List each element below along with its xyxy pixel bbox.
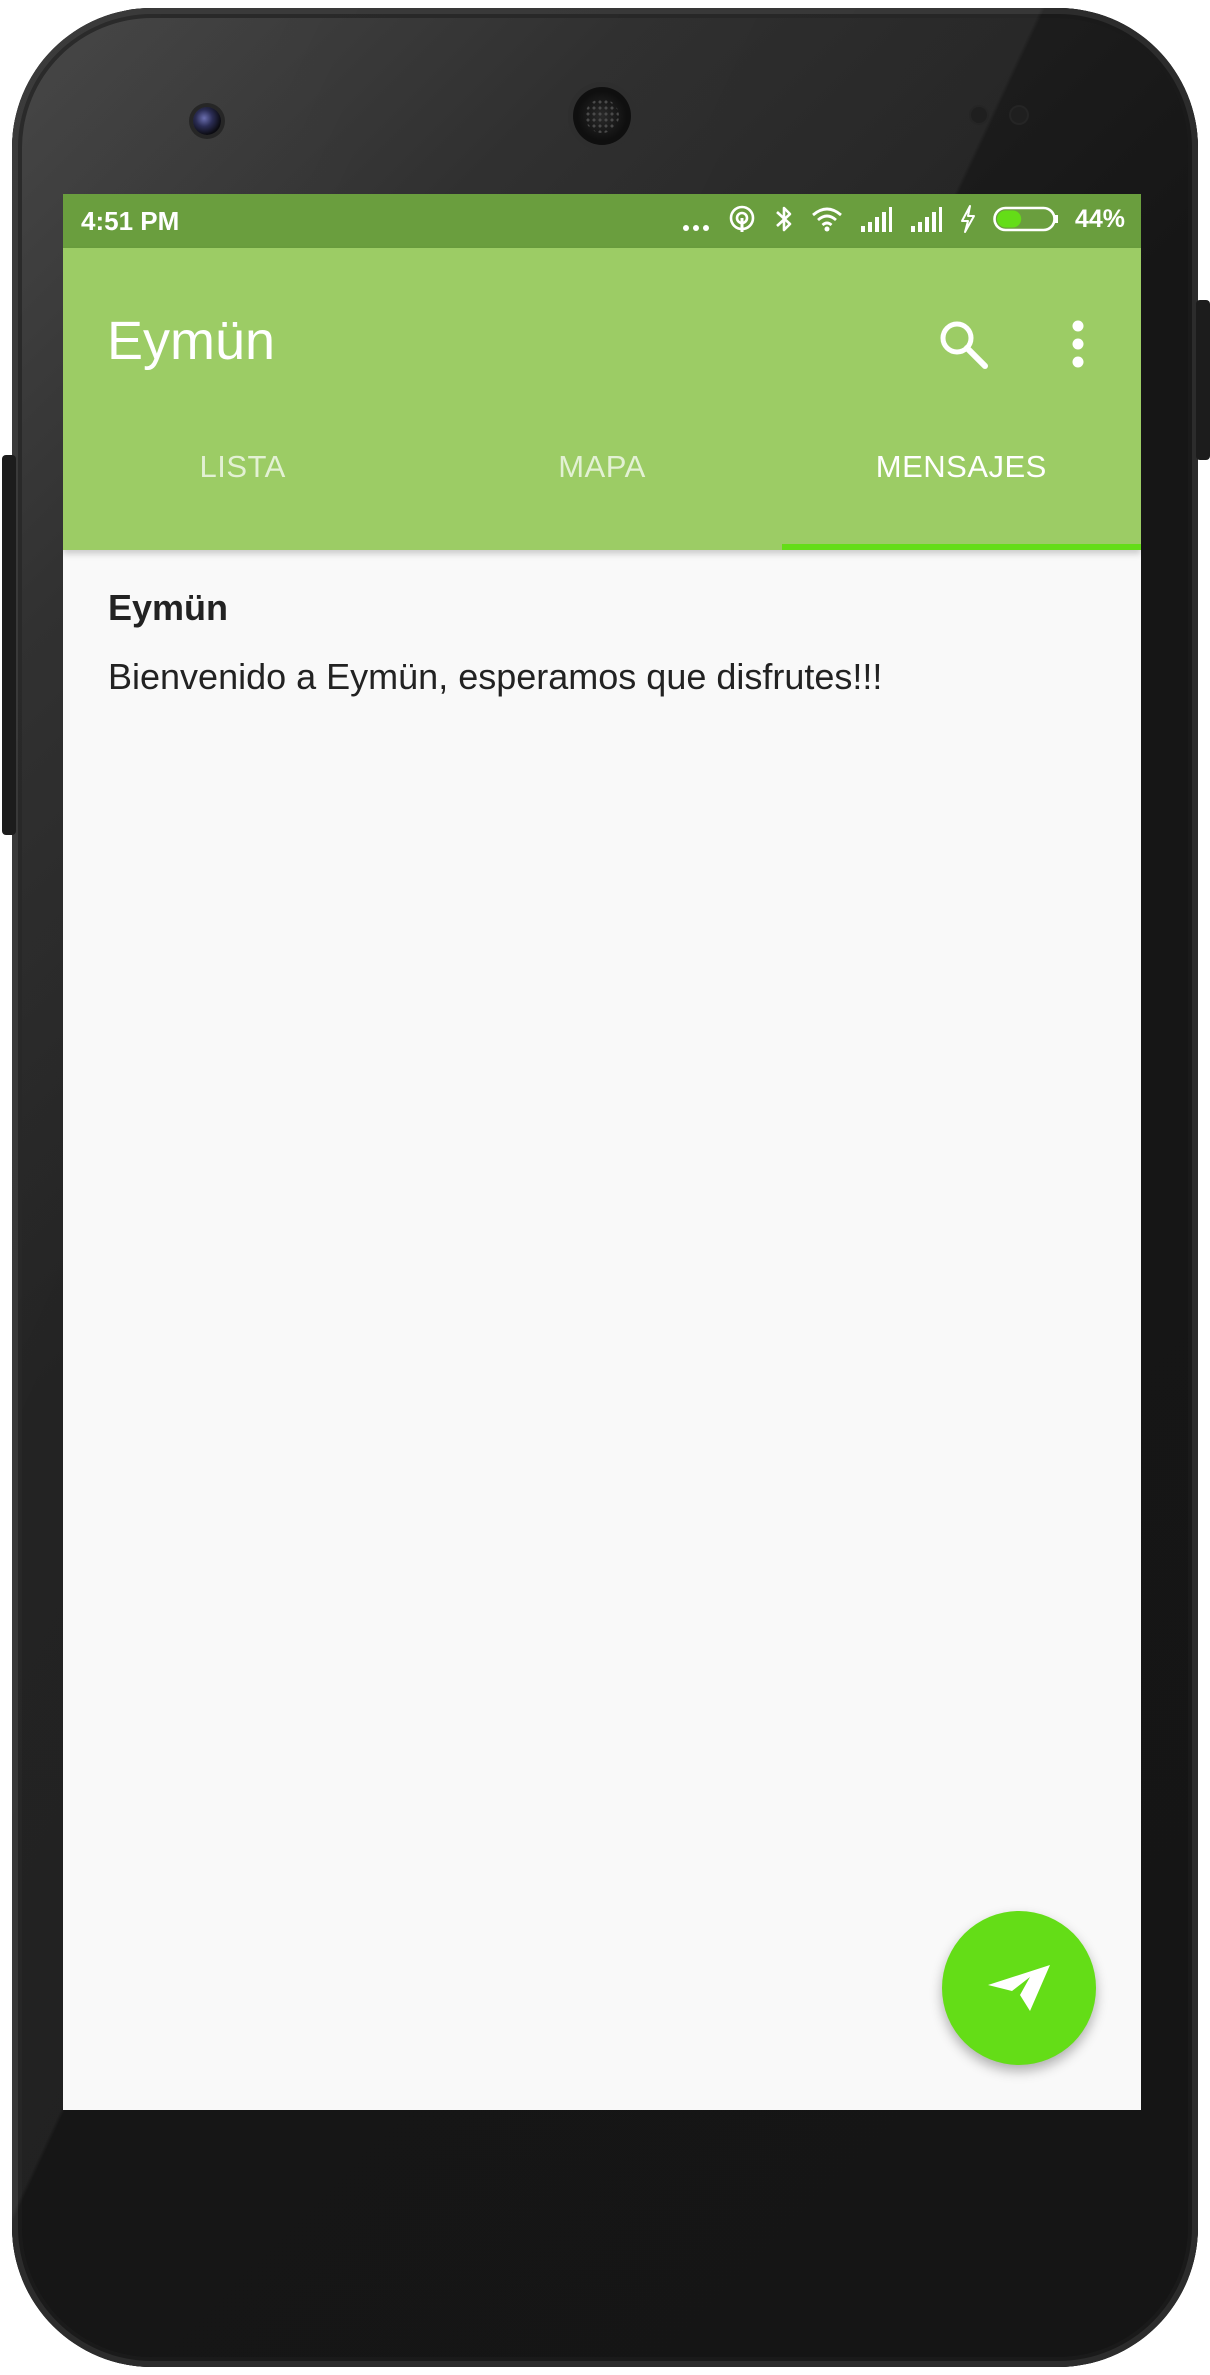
app-title: Eymün xyxy=(107,311,276,371)
tab-label: MENSAJES xyxy=(875,449,1047,484)
power-button xyxy=(1196,300,1210,460)
status-time: 4:51 PM xyxy=(81,206,180,236)
message-title: Eymün xyxy=(108,587,229,628)
message-body: Bienvenido a Eymün, esperamos que disfru… xyxy=(108,656,883,697)
tab-mapa[interactable]: MAPA xyxy=(422,404,781,550)
tab-lista[interactable]: LISTA xyxy=(63,404,422,550)
send-icon xyxy=(988,1965,1050,2011)
light-sensor xyxy=(1011,107,1027,123)
bluetooth-icon xyxy=(776,206,792,232)
signal-icon xyxy=(860,207,892,232)
tab-bar: LISTA MAPA MENSAJES xyxy=(63,404,1141,550)
hotspot-icon xyxy=(729,205,755,232)
overflow-menu-icon[interactable] xyxy=(1063,316,1093,372)
tab-label: LISTA xyxy=(199,449,286,484)
screen: 4:51 PM 44% Eymün LISTA MAPA MENSAJES Ey… xyxy=(63,194,1141,2110)
status-icons: 44% xyxy=(681,204,1125,234)
proximity-sensor xyxy=(971,107,987,123)
signal-icon xyxy=(910,207,942,232)
tab-label: MAPA xyxy=(558,449,646,484)
charging-icon xyxy=(960,205,975,233)
search-icon[interactable] xyxy=(935,316,991,372)
volume-button xyxy=(2,455,16,835)
status-bar: 4:51 PM 44% xyxy=(63,194,1141,248)
tab-mensajes[interactable]: MENSAJES xyxy=(781,404,1141,550)
wifi-icon xyxy=(812,207,842,232)
battery-percent: 44% xyxy=(1074,204,1125,233)
battery-icon xyxy=(993,206,1058,232)
active-tab-indicator xyxy=(781,544,1141,550)
send-message-button[interactable] xyxy=(942,1911,1096,2065)
app-bar: Eymün LISTA MAPA MENSAJES xyxy=(63,248,1141,550)
front-camera xyxy=(193,107,221,135)
more-dots-icon xyxy=(682,225,709,231)
earpiece-speaker xyxy=(573,87,631,145)
